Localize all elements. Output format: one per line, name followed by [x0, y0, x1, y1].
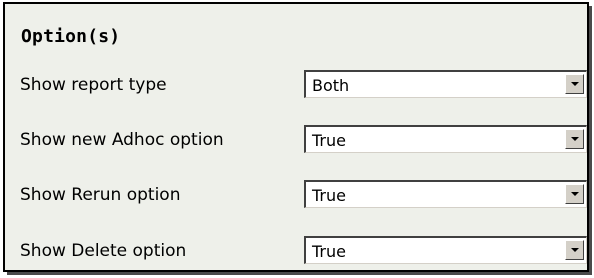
option-row-new-adhoc: Show new Adhoc option True — [5, 125, 587, 155]
rerun-select[interactable]: True — [304, 180, 587, 208]
options-panel: Option(s) Show report type Both Show new… — [3, 2, 589, 272]
chevron-down-icon — [571, 192, 579, 196]
new-adhoc-select[interactable]: True — [304, 125, 587, 153]
option-row-report-type: Show report type Both — [5, 70, 587, 100]
panel-title: Option(s) — [21, 26, 121, 47]
report-type-value: Both — [312, 76, 350, 95]
new-adhoc-dropdown-button[interactable] — [565, 129, 584, 149]
option-label-delete: Show Delete option — [20, 241, 187, 261]
report-type-select[interactable]: Both — [304, 70, 587, 98]
rerun-dropdown-button[interactable] — [565, 184, 584, 204]
option-label-new-adhoc: Show new Adhoc option — [20, 130, 224, 150]
chevron-down-icon — [571, 248, 579, 252]
delete-select[interactable]: True — [304, 236, 587, 264]
report-type-dropdown-button[interactable] — [565, 74, 584, 94]
option-row-delete: Show Delete option True — [5, 236, 587, 266]
option-label-rerun: Show Rerun option — [20, 185, 181, 205]
panel-shadow-bottom — [7, 272, 592, 275]
delete-value: True — [312, 242, 346, 261]
option-label-report-type: Show report type — [20, 75, 167, 95]
new-adhoc-value: True — [312, 131, 346, 150]
rerun-value: True — [312, 186, 346, 205]
chevron-down-icon — [571, 137, 579, 141]
panel-shadow-right — [589, 6, 592, 274]
option-row-rerun: Show Rerun option True — [5, 180, 587, 210]
chevron-down-icon — [571, 82, 579, 86]
delete-dropdown-button[interactable] — [565, 240, 584, 260]
